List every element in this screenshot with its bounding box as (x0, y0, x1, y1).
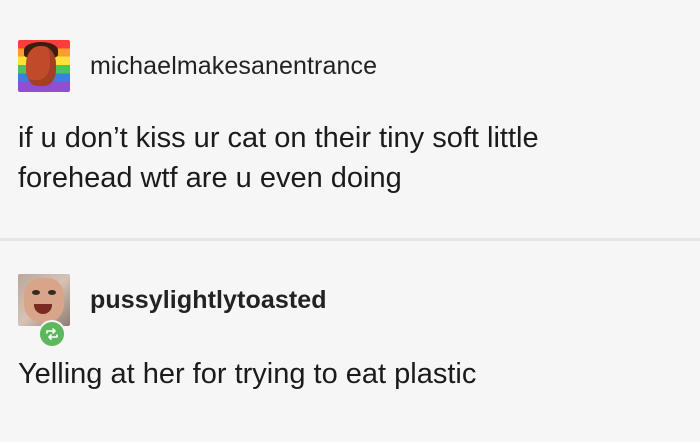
user-avatar-icon[interactable] (18, 274, 70, 326)
post-body-line: Yelling at her for trying to eat plastic (18, 358, 477, 390)
post-body-line: forehead wtf are u even doing (18, 162, 402, 194)
post-header: michaelmakesanentrance (18, 40, 377, 92)
reblog-icon (38, 320, 66, 348)
post-body: if u don’t kiss ur cat on their tiny sof… (18, 118, 678, 198)
username-link[interactable]: michaelmakesanentrance (90, 52, 377, 81)
post-body: Yelling at her for trying to eat plastic (18, 354, 678, 394)
post-original: michaelmakesanentrance if u don’t kiss u… (0, 0, 700, 236)
avatar[interactable] (18, 274, 70, 348)
post-reply: pussylightlytoasted Yelling at her for t… (0, 242, 700, 442)
avatar[interactable] (18, 40, 70, 92)
post-divider (0, 238, 700, 241)
user-avatar-icon[interactable] (18, 40, 70, 92)
post-header: pussylightlytoasted (18, 274, 327, 348)
username-link[interactable]: pussylightlytoasted (90, 286, 327, 315)
post-body-line: if u don’t kiss ur cat on their tiny sof… (18, 122, 539, 154)
